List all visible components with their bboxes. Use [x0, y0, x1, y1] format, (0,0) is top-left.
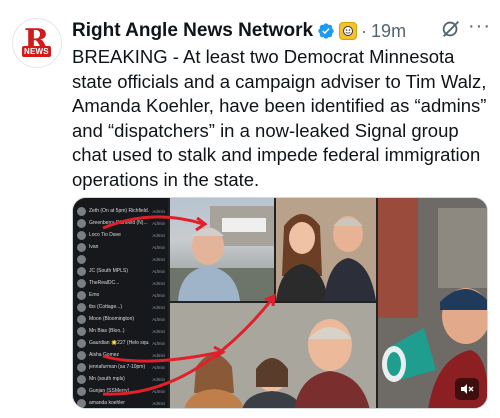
more-options-icon[interactable]: ··· [468, 16, 492, 40]
post-media[interactable]: Zeth (On at 5pm) Richfield... Admin Greenb… [72, 197, 488, 409]
separator-dot: · [361, 20, 368, 41]
author-name[interactable]: Right Angle News Network [72, 20, 313, 42]
annotation-arrows [102, 215, 276, 396]
affiliate-badge-icon [339, 22, 358, 40]
volume-muted-icon[interactable] [455, 378, 479, 400]
grok-icon[interactable] [440, 18, 462, 40]
avatar-logo-tag: NEWS [22, 46, 51, 57]
post-header: Right Angle News Network · 19m [72, 18, 406, 44]
author-avatar[interactable]: R NEWS [12, 18, 62, 68]
post-time[interactable]: 19m [371, 21, 406, 42]
post-text: BREAKING - At least two Democrat Minneso… [72, 46, 487, 190]
verified-badge-icon [318, 23, 334, 39]
